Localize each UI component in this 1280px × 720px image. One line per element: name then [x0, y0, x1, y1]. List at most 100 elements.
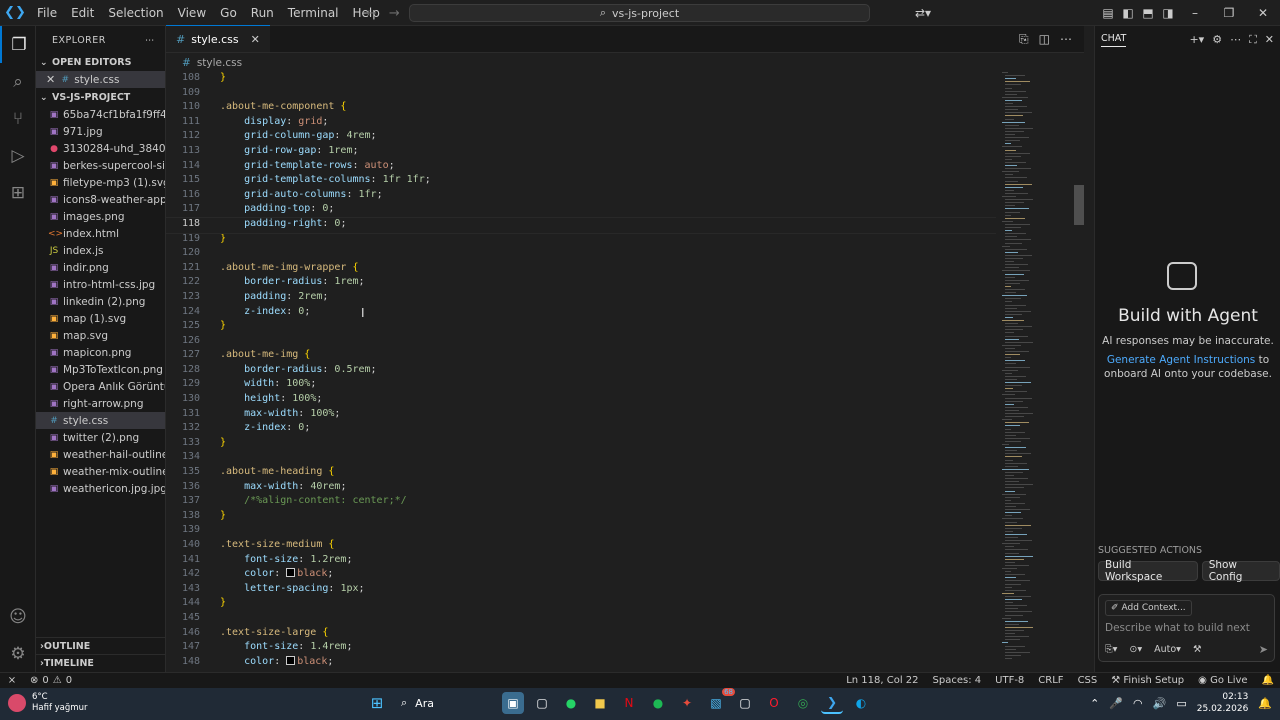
close-editor-icon[interactable]: ✕ — [46, 73, 55, 86]
file-item[interactable]: ▣ weathericon.jpg.jpg — [36, 480, 165, 497]
open-editors-section[interactable]: ⌄ OPEN EDITORS — [36, 54, 165, 71]
layout-icon[interactable]: ▤ — [1098, 6, 1118, 20]
close-window-icon[interactable]: ✕ — [1246, 6, 1280, 20]
send-icon[interactable]: ➤ — [1259, 643, 1268, 656]
file-item[interactable]: ▣ right-arrow.png — [36, 395, 165, 412]
code-line[interactable]: 126 — [166, 335, 996, 350]
menu-item-terminal[interactable]: Terminal — [281, 0, 346, 26]
tab-style-css[interactable]: # style.css ✕ — [166, 25, 270, 52]
code-line[interactable]: 128 border-radius: 0.5rem; — [166, 364, 996, 379]
code-line[interactable]: 112 grid-column-gap: 4rem; — [166, 130, 996, 145]
code-line[interactable]: 124 z-index: 0; — [166, 306, 996, 321]
indentation[interactable]: Spaces: 4 — [933, 675, 982, 686]
end-of-line[interactable]: CRLF — [1038, 675, 1063, 686]
netflix-icon[interactable]: N — [618, 692, 640, 714]
code-line[interactable]: 116 grid-auto-columns: 1fr; — [166, 189, 996, 204]
file-item[interactable]: ▣ berkes-supercool-site... — [36, 157, 165, 174]
code-line[interactable]: 110 .about-me-component { — [166, 101, 996, 116]
store-icon[interactable]: ▧ 68 — [705, 688, 735, 714]
menu-item-go[interactable]: Go — [213, 0, 244, 26]
finish-setup-button[interactable]: ⚒ Finish Setup — [1111, 675, 1184, 686]
close-icon[interactable]: ✕ — [1265, 33, 1274, 47]
file-item[interactable]: ▣ linkedin (2).png — [36, 293, 165, 310]
code-line[interactable]: 140 .text-size-medium { — [166, 539, 996, 554]
extensions-icon[interactable]: ⊞ — [0, 174, 36, 211]
code-line[interactable]: 146 .text-size-large { — [166, 627, 996, 642]
timeline-section[interactable]: › TIMELINE — [36, 654, 165, 671]
code-line[interactable]: 142 color: black; — [166, 568, 996, 583]
edge-icon[interactable]: ◐ — [850, 692, 872, 714]
battery-icon[interactable]: ▭ — [1176, 697, 1186, 710]
code-line[interactable]: 113 grid-row-gap: 1rem; — [166, 145, 996, 160]
source-control-icon[interactable]: ⑂ — [0, 100, 36, 137]
toggle-panel-icon[interactable]: ⬒ — [1138, 6, 1158, 20]
code-line[interactable]: 108} — [166, 72, 996, 87]
code-line[interactable]: 119} — [166, 233, 996, 248]
code-line[interactable]: 148 color: black; — [166, 655, 996, 671]
file-item[interactable]: ▣ images.png — [36, 208, 165, 225]
tools-icon[interactable]: ⚒ — [1193, 644, 1202, 655]
problems-status[interactable]: ⊗ 0 ⚠ 0 — [24, 675, 72, 686]
file-item[interactable]: ▣ map.svg — [36, 327, 165, 344]
file-item[interactable]: ▣ 65ba74cf1bfa1f9ff464... — [36, 106, 165, 123]
close-tab-icon[interactable]: ✕ — [251, 33, 260, 46]
minimap[interactable] — [996, 72, 1076, 672]
attach-icon[interactable]: ⎘▾ — [1105, 644, 1117, 655]
mode-picker[interactable]: Auto▾ — [1154, 644, 1181, 655]
file-item[interactable]: ▣ intro-html-css.jpg — [36, 276, 165, 293]
code-line[interactable]: 129 width: 100%; — [166, 378, 996, 393]
code-line[interactable]: 130 height: 100%; — [166, 393, 996, 408]
volume-icon[interactable]: 🔊 — [1153, 697, 1167, 710]
explorer-icon[interactable]: ❐ — [0, 26, 36, 63]
spotify-icon[interactable]: ● — [647, 692, 669, 714]
more-actions-icon[interactable]: ⋯ — [1230, 33, 1241, 47]
menu-item-selection[interactable]: Selection — [101, 0, 170, 26]
minimize-icon[interactable]: – — [1178, 6, 1212, 20]
code-line[interactable]: 123 padding: 2rem; — [166, 291, 996, 306]
code-line[interactable]: 145 — [166, 612, 996, 627]
code-line[interactable]: 117 padding-top: 0; — [166, 203, 996, 218]
language-mode[interactable]: CSS — [1078, 675, 1098, 686]
chrome-icon[interactable]: ◎ — [792, 692, 814, 714]
chat-title[interactable]: CHAT — [1101, 33, 1127, 47]
file-explorer-icon[interactable]: ■ — [589, 692, 611, 714]
code-line[interactable]: 132 z-index: 0; — [166, 422, 996, 437]
show-config-button[interactable]: Show Config — [1201, 559, 1280, 583]
code-line[interactable]: 120 — [166, 247, 996, 262]
code-line[interactable]: 143 letter-spacing: 1px; — [166, 583, 996, 598]
menu-item-edit[interactable]: Edit — [64, 0, 101, 26]
toggle-sidebar-icon[interactable]: ◧ — [1118, 6, 1138, 20]
chat-input[interactable]: Describe what to build next — [1105, 622, 1250, 634]
remote-icon[interactable]: ⨯ — [0, 675, 24, 686]
code-line[interactable]: 111 display: grid; — [166, 116, 996, 131]
generate-instructions-link[interactable]: Generate Agent Instructions — [1107, 354, 1255, 366]
code-line[interactable]: 118 padding-right: 0; — [166, 216, 996, 234]
open-changes-icon[interactable]: ⎘ — [1019, 32, 1029, 47]
code-line[interactable]: 136 max-width: 40rem; — [166, 481, 996, 496]
code-line[interactable]: 131 max-width: 100%; — [166, 408, 996, 423]
code-line[interactable]: 138} — [166, 510, 996, 525]
code-line[interactable]: 144} — [166, 597, 996, 612]
maximize-icon[interactable]: ⛶ — [1249, 33, 1257, 47]
file-item[interactable]: ▣ indir.png — [36, 259, 165, 276]
search-view-icon[interactable]: ⌕ — [0, 63, 36, 100]
code-line[interactable]: 147 font-size: 1.4rem; — [166, 641, 996, 656]
weather-widget[interactable]: 6°C Hafif yağmur — [8, 692, 87, 714]
outline-section[interactable]: › OUTLINE — [36, 637, 165, 654]
tray-chevron-icon[interactable]: ⌃ — [1090, 697, 1099, 710]
code-line[interactable]: 141 font-size: 1.2rem; — [166, 554, 996, 569]
go-live-button[interactable]: ◉ Go Live — [1198, 675, 1247, 686]
file-item[interactable]: ▣ twitter (2).png — [36, 429, 165, 446]
file-item[interactable]: ▣ filetype-mp3 (1).svg — [36, 174, 165, 191]
file-item[interactable]: ▣ icons8-weather-app-6... — [36, 191, 165, 208]
menu-item-file[interactable]: File — [30, 0, 64, 26]
notification-bell-icon[interactable]: 🔔 — [1258, 697, 1272, 710]
file-item[interactable]: ▣ Opera Anlık Görüntü_... — [36, 378, 165, 395]
file-item[interactable]: JS index.js — [36, 242, 165, 259]
code-line[interactable]: 109 — [166, 87, 996, 102]
model-icon[interactable]: ⊙▾ — [1129, 644, 1142, 655]
run-debug-icon[interactable]: ▷ — [0, 137, 36, 174]
more-actions-icon[interactable]: ⋯ — [1060, 32, 1072, 47]
new-chat-icon[interactable]: +▾ — [1189, 33, 1204, 47]
task-view-icon[interactable]: ▢ — [531, 692, 553, 714]
